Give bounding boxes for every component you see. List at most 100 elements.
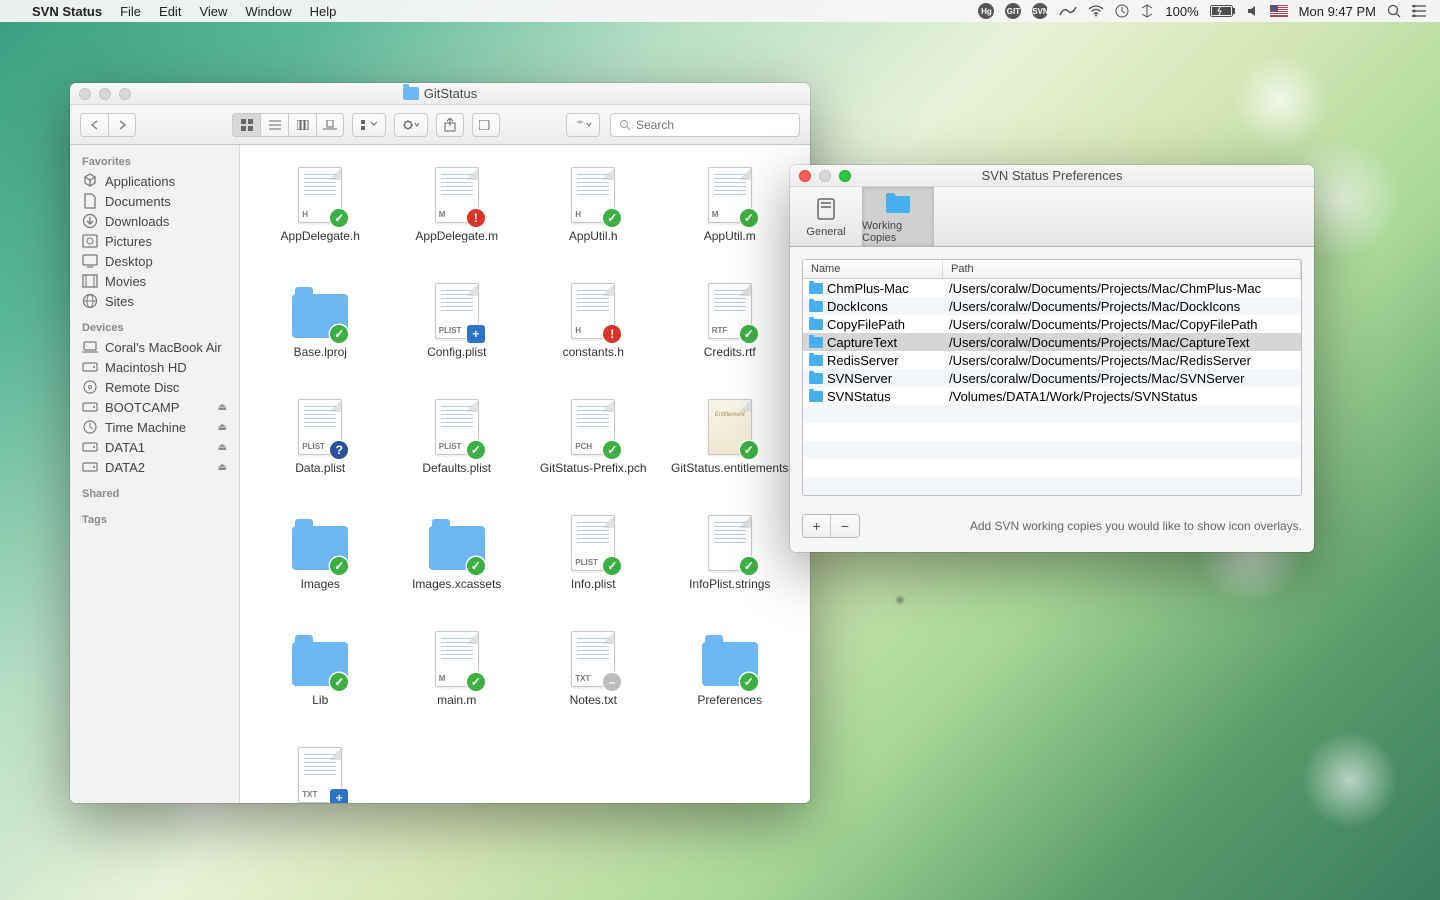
clock-icon[interactable] xyxy=(1115,4,1129,18)
file-name: GitStatus-Prefix.pch xyxy=(540,461,647,475)
eject-icon[interactable]: ⏏ xyxy=(218,402,227,413)
file-item[interactable]: Base.lproj xyxy=(252,281,389,391)
view-icon-button[interactable] xyxy=(232,113,260,137)
file-item[interactable]: TXTREADME.txt xyxy=(252,745,389,803)
file-item[interactable]: PLISTInfo.plist xyxy=(525,513,662,623)
menu-window[interactable]: Window xyxy=(245,4,291,19)
table-row[interactable]: DockIcons/Users/coralw/Documents/Project… xyxy=(803,297,1301,315)
minimize-button[interactable] xyxy=(819,170,831,182)
prefs-titlebar[interactable]: SVN Status Preferences xyxy=(790,165,1314,187)
status-overlay-icon xyxy=(603,325,621,343)
finder-titlebar[interactable]: GitStatus xyxy=(70,83,810,105)
view-list-button[interactable] xyxy=(260,113,288,137)
sidebar-item-downloads[interactable]: Downloads xyxy=(70,211,239,231)
tab-general[interactable]: General xyxy=(790,187,862,246)
view-column-button[interactable] xyxy=(288,113,316,137)
sidebar-item-macintosh-hd[interactable]: Macintosh HD xyxy=(70,357,239,377)
forward-button[interactable] xyxy=(108,113,136,137)
dropbox-button[interactable] xyxy=(566,113,600,137)
hg-status-icon[interactable]: Hg xyxy=(978,3,994,19)
row-name: DockIcons xyxy=(827,299,888,314)
column-header-name[interactable]: Name xyxy=(803,260,943,278)
minimize-button[interactable] xyxy=(99,88,111,100)
eject-icon[interactable]: ⏏ xyxy=(218,462,227,473)
sidebar-item-movies[interactable]: Movies xyxy=(70,271,239,291)
view-coverflow-button[interactable] xyxy=(316,113,344,137)
file-item[interactable]: EntitlementGitStatus.entitlements xyxy=(662,397,799,507)
file-name: AppUtil.m xyxy=(704,229,756,243)
remove-button[interactable]: − xyxy=(831,515,859,537)
table-row[interactable]: CopyFilePath/Users/coralw/Documents/Proj… xyxy=(803,315,1301,333)
volume-icon[interactable] xyxy=(1247,5,1259,17)
action-button[interactable] xyxy=(394,113,428,137)
back-button[interactable] xyxy=(80,113,108,137)
close-button[interactable] xyxy=(79,88,91,100)
flag-icon[interactable] xyxy=(1270,5,1288,17)
eject-icon[interactable]: ⏏ xyxy=(218,442,227,453)
file-item[interactable]: Preferences xyxy=(662,629,799,739)
svn-status-icon[interactable]: SVN xyxy=(1032,3,1048,19)
file-item[interactable]: HAppUtil.h xyxy=(525,165,662,275)
file-item[interactable]: InfoPlist.strings xyxy=(662,513,799,623)
file-item[interactable]: MAppUtil.m xyxy=(662,165,799,275)
sidebar-item-remote-disc[interactable]: Remote Disc xyxy=(70,377,239,397)
file-item[interactable]: TXTNotes.txt xyxy=(525,629,662,739)
file-item[interactable]: PLISTData.plist xyxy=(252,397,389,507)
status-overlay-icon xyxy=(330,557,348,575)
table-row[interactable]: CaptureText/Users/coralw/Documents/Proje… xyxy=(803,333,1301,351)
file-item[interactable]: Mmain.m xyxy=(389,629,526,739)
eject-icon[interactable]: ⏏ xyxy=(218,422,227,433)
file-item[interactable]: Hconstants.h xyxy=(525,281,662,391)
sidebar-item-data1[interactable]: DATA1⏏ xyxy=(70,437,239,457)
menuextra2-icon[interactable] xyxy=(1140,4,1154,18)
file-item[interactable]: HAppDelegate.h xyxy=(252,165,389,275)
app-menu[interactable]: SVN Status xyxy=(32,4,102,19)
sidebar-item-applications[interactable]: Applications xyxy=(70,171,239,191)
arrange-button[interactable] xyxy=(352,113,386,137)
sidebar-item-bootcamp[interactable]: BOOTCAMP⏏ xyxy=(70,397,239,417)
table-row[interactable]: RedisServer/Users/coralw/Documents/Proje… xyxy=(803,351,1301,369)
maximize-button[interactable] xyxy=(119,88,131,100)
file-item[interactable]: MAppDelegate.m xyxy=(389,165,526,275)
status-overlay-icon xyxy=(330,673,348,691)
file-item[interactable]: Lib xyxy=(252,629,389,739)
menu-file[interactable]: File xyxy=(120,4,141,19)
sidebar-item-time-machine[interactable]: Time Machine⏏ xyxy=(70,417,239,437)
git-status-icon[interactable]: GIT xyxy=(1005,3,1021,19)
close-button[interactable] xyxy=(799,170,811,182)
table-row[interactable]: SVNServer/Users/coralw/Documents/Project… xyxy=(803,369,1301,387)
file-item[interactable]: Images xyxy=(252,513,389,623)
battery-icon[interactable] xyxy=(1210,5,1236,17)
finder-toolbar xyxy=(70,105,810,145)
sidebar-item-pictures[interactable]: Pictures xyxy=(70,231,239,251)
spotlight-icon[interactable] xyxy=(1387,4,1401,18)
add-button[interactable]: + xyxy=(803,515,831,537)
table-row[interactable]: SVNStatus/Volumes/DATA1/Work/Projects/SV… xyxy=(803,387,1301,405)
file-item[interactable]: PLISTConfig.plist xyxy=(389,281,526,391)
sidebar-item-coral-s-macbook-air[interactable]: Coral's MacBook Air xyxy=(70,337,239,357)
menubar-clock[interactable]: Mon 9:47 PM xyxy=(1299,4,1376,19)
sidebar-item-sites[interactable]: Sites xyxy=(70,291,239,311)
file-item[interactable]: Images.xcassets xyxy=(389,513,526,623)
tags-button[interactable] xyxy=(472,113,500,137)
hdd-icon xyxy=(82,399,98,415)
file-item[interactable]: RTFCredits.rtf xyxy=(662,281,799,391)
sidebar-item-desktop[interactable]: Desktop xyxy=(70,251,239,271)
table-row[interactable]: ChmPlus-Mac/Users/coralw/Documents/Proje… xyxy=(803,279,1301,297)
wifi-icon[interactable] xyxy=(1088,5,1104,17)
tab-working-copies[interactable]: Working Copies xyxy=(862,187,934,246)
share-button[interactable] xyxy=(436,113,464,137)
sidebar-item-documents[interactable]: Documents xyxy=(70,191,239,211)
notification-center-icon[interactable] xyxy=(1412,5,1426,17)
menu-view[interactable]: View xyxy=(199,4,227,19)
menu-edit[interactable]: Edit xyxy=(159,4,181,19)
file-item[interactable]: PCHGitStatus-Prefix.pch xyxy=(525,397,662,507)
menu-help[interactable]: Help xyxy=(310,4,337,19)
search-field[interactable] xyxy=(610,113,800,137)
file-item[interactable]: PLISTDefaults.plist xyxy=(389,397,526,507)
menuextra-icon[interactable] xyxy=(1059,5,1077,17)
sidebar-item-data2[interactable]: DATA2⏏ xyxy=(70,457,239,477)
search-input[interactable] xyxy=(636,118,791,132)
maximize-button[interactable] xyxy=(839,170,851,182)
column-header-path[interactable]: Path xyxy=(943,260,1301,278)
